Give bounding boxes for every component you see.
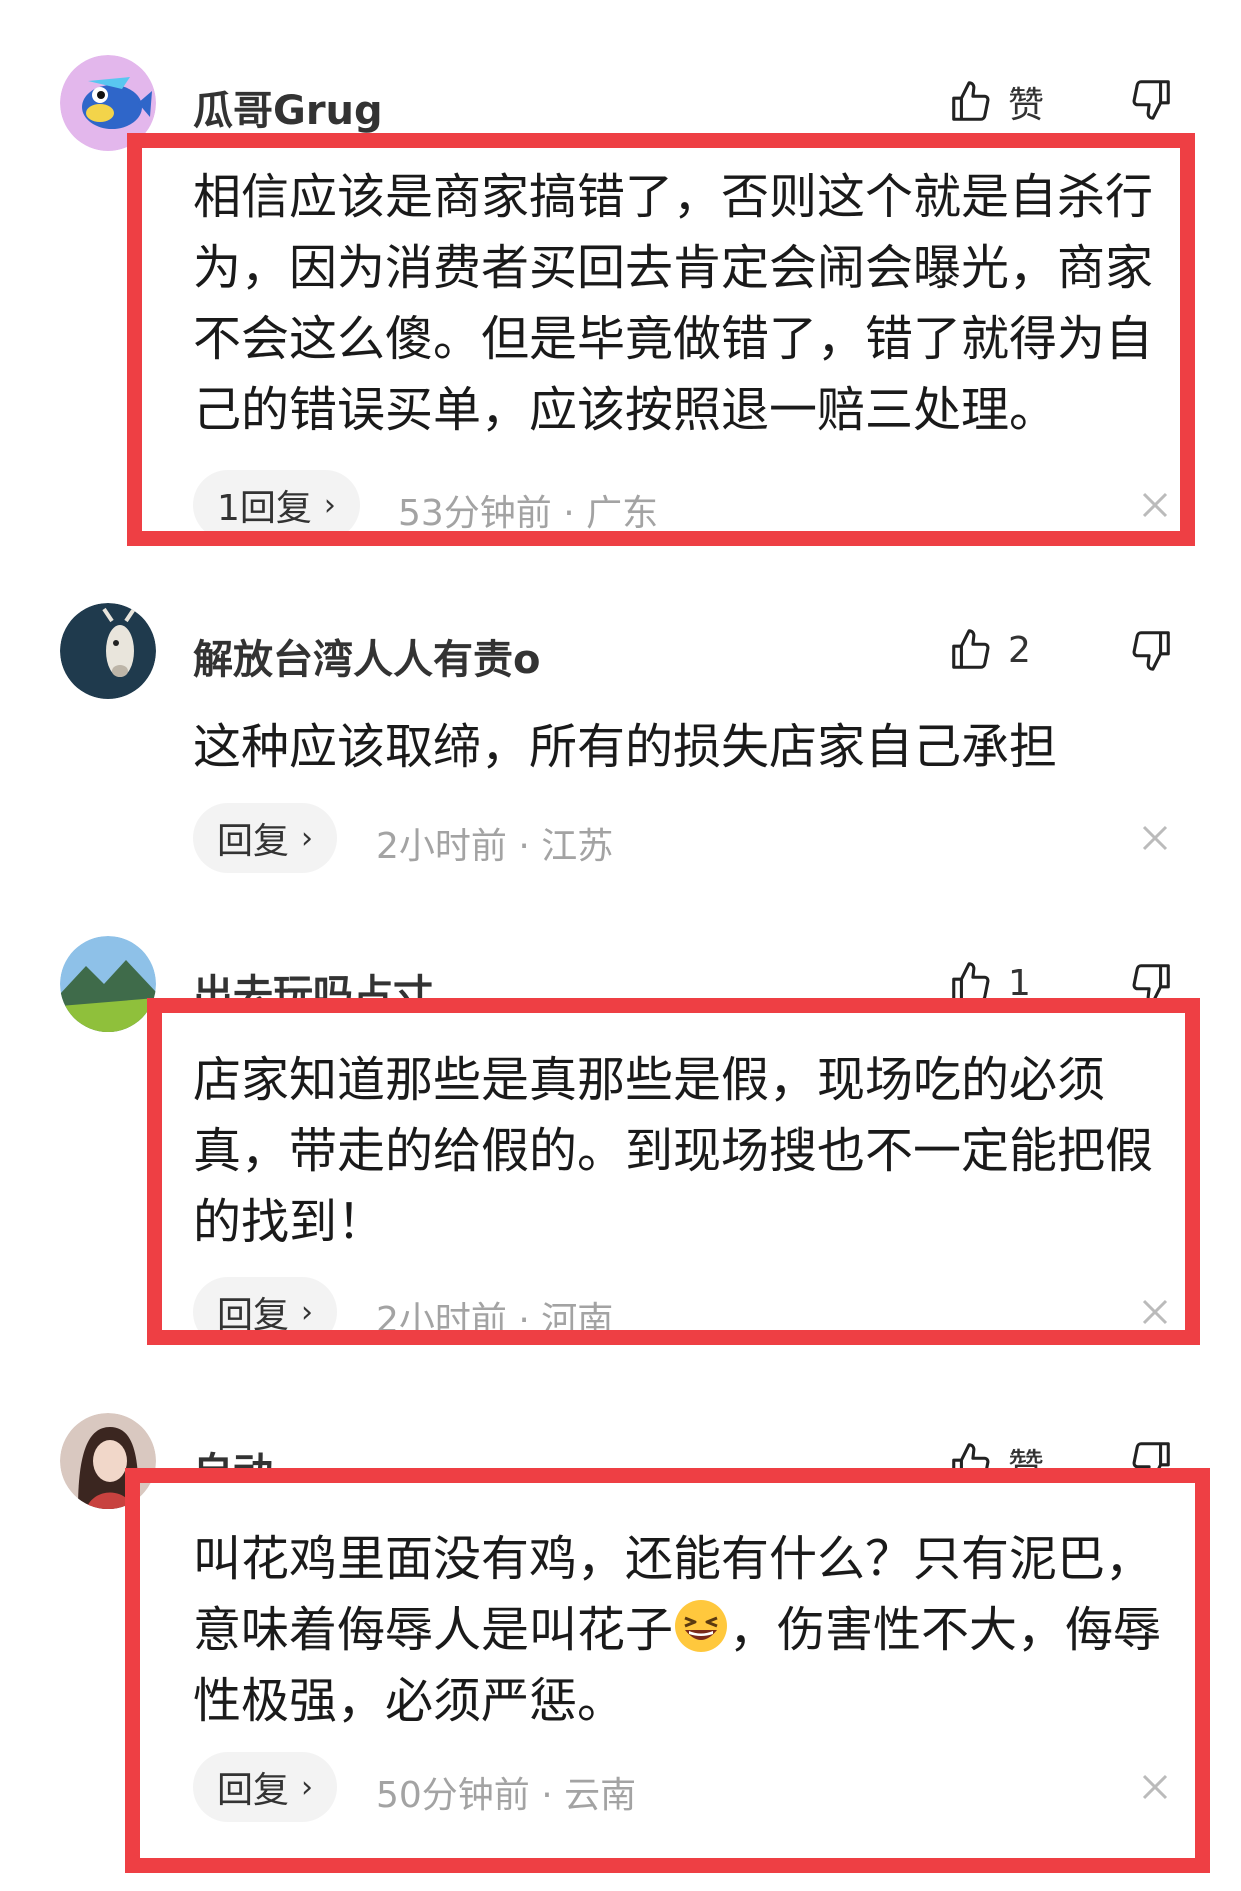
comment-meta: 2小时前 · 江苏 <box>376 826 614 867</box>
comment-text: 叫花鸡里面没有鸡，还能有什么？只有泥巴，意味着侮辱人是叫花子 ，伤害性不大，侮辱… <box>193 1524 1173 1737</box>
reply-label: 回复 <box>217 821 290 862</box>
comment-meta: 53分钟前 · 广东 <box>398 493 659 534</box>
reply-label: 回复 <box>217 1295 290 1330</box>
username[interactable]: 自动 <box>193 1440 273 1480</box>
header-clip: 自动 赞 <box>0 1430 1241 1480</box>
reply-label: 回复 <box>217 1770 290 1811</box>
close-button[interactable] <box>1140 490 1170 520</box>
close-icon <box>1142 825 1168 851</box>
thumbs-down-icon <box>1132 1442 1170 1480</box>
chevron-right-icon: › <box>301 1769 314 1805</box>
reply-label: 1回复 <box>217 488 312 529</box>
header-clip: 出去玩吗占寸 1 <box>0 950 1241 1000</box>
close-button[interactable] <box>1140 823 1170 853</box>
avatar[interactable] <box>60 55 156 151</box>
like-label: 赞 <box>1008 85 1045 126</box>
reply-button[interactable]: 1回复 › <box>193 470 360 540</box>
like-count: 2 <box>1008 629 1031 671</box>
grinning-squint-emoji-icon <box>675 1600 728 1652</box>
username[interactable]: 瓜哥Grug <box>193 78 383 136</box>
chevron-right-icon: › <box>301 820 314 856</box>
goat-avatar-icon <box>60 603 156 699</box>
reply-button[interactable]: 回复 › <box>193 1752 338 1822</box>
dislike-button[interactable] <box>1128 1438 1174 1480</box>
thumbs-down-icon <box>1132 964 1170 1000</box>
like-label: 赞 <box>1008 1447 1045 1480</box>
comment-meta: 2小时前 · 河南 <box>376 1300 614 1330</box>
fish-avatar-icon <box>60 55 156 151</box>
close-icon <box>1142 1774 1168 1800</box>
like-count: 1 <box>1008 962 1031 1001</box>
thumbs-down-icon <box>1132 631 1170 671</box>
comment-text: 相信应该是商家搞错了，否则这个就是自杀行为，因为消费者买回去肯定会闹会曝光，商家… <box>193 169 1154 438</box>
like-button[interactable]: 1 <box>948 960 1031 1000</box>
dislike-button[interactable] <box>1128 960 1174 1000</box>
username[interactable]: 出去玩吗占寸 <box>193 962 433 1000</box>
dislike-button[interactable] <box>1128 627 1174 673</box>
thumbs-up-icon <box>952 1443 990 1480</box>
comment-text: 店家知道那些是真那些是假，现场吃的必须真，带走的给假的。到现场搜也不一定能把假的… <box>193 1052 1154 1250</box>
reply-button[interactable]: 回复 › <box>193 803 338 873</box>
close-button[interactable] <box>1140 1297 1170 1327</box>
chevron-right-icon: › <box>323 487 336 523</box>
dislike-button[interactable] <box>1128 76 1174 122</box>
thumbs-up-icon <box>952 81 990 121</box>
close-icon <box>1142 1299 1168 1325</box>
close-button[interactable] <box>1140 1772 1170 1802</box>
footer-clip: 回复 › 2小时前 · 河南 <box>0 1275 1241 1330</box>
close-icon <box>1142 492 1168 518</box>
thumbs-down-icon <box>1132 80 1170 120</box>
comment-text: 这种应该取缔，所有的损失店家自己承担 <box>193 719 1058 775</box>
chevron-right-icon: › <box>301 1294 314 1330</box>
comment-meta: 50分钟前 · 云南 <box>376 1775 637 1816</box>
like-button[interactable]: 赞 <box>948 1438 1044 1480</box>
reply-button[interactable]: 回复 › <box>193 1277 338 1330</box>
like-button[interactable]: 2 <box>948 627 1031 673</box>
avatar[interactable] <box>60 603 156 699</box>
like-button[interactable]: 赞 <box>948 76 1044 128</box>
username[interactable]: 解放台湾人人有责o <box>193 627 540 685</box>
thumbs-up-icon <box>952 962 990 1000</box>
thumbs-up-icon <box>952 629 990 669</box>
